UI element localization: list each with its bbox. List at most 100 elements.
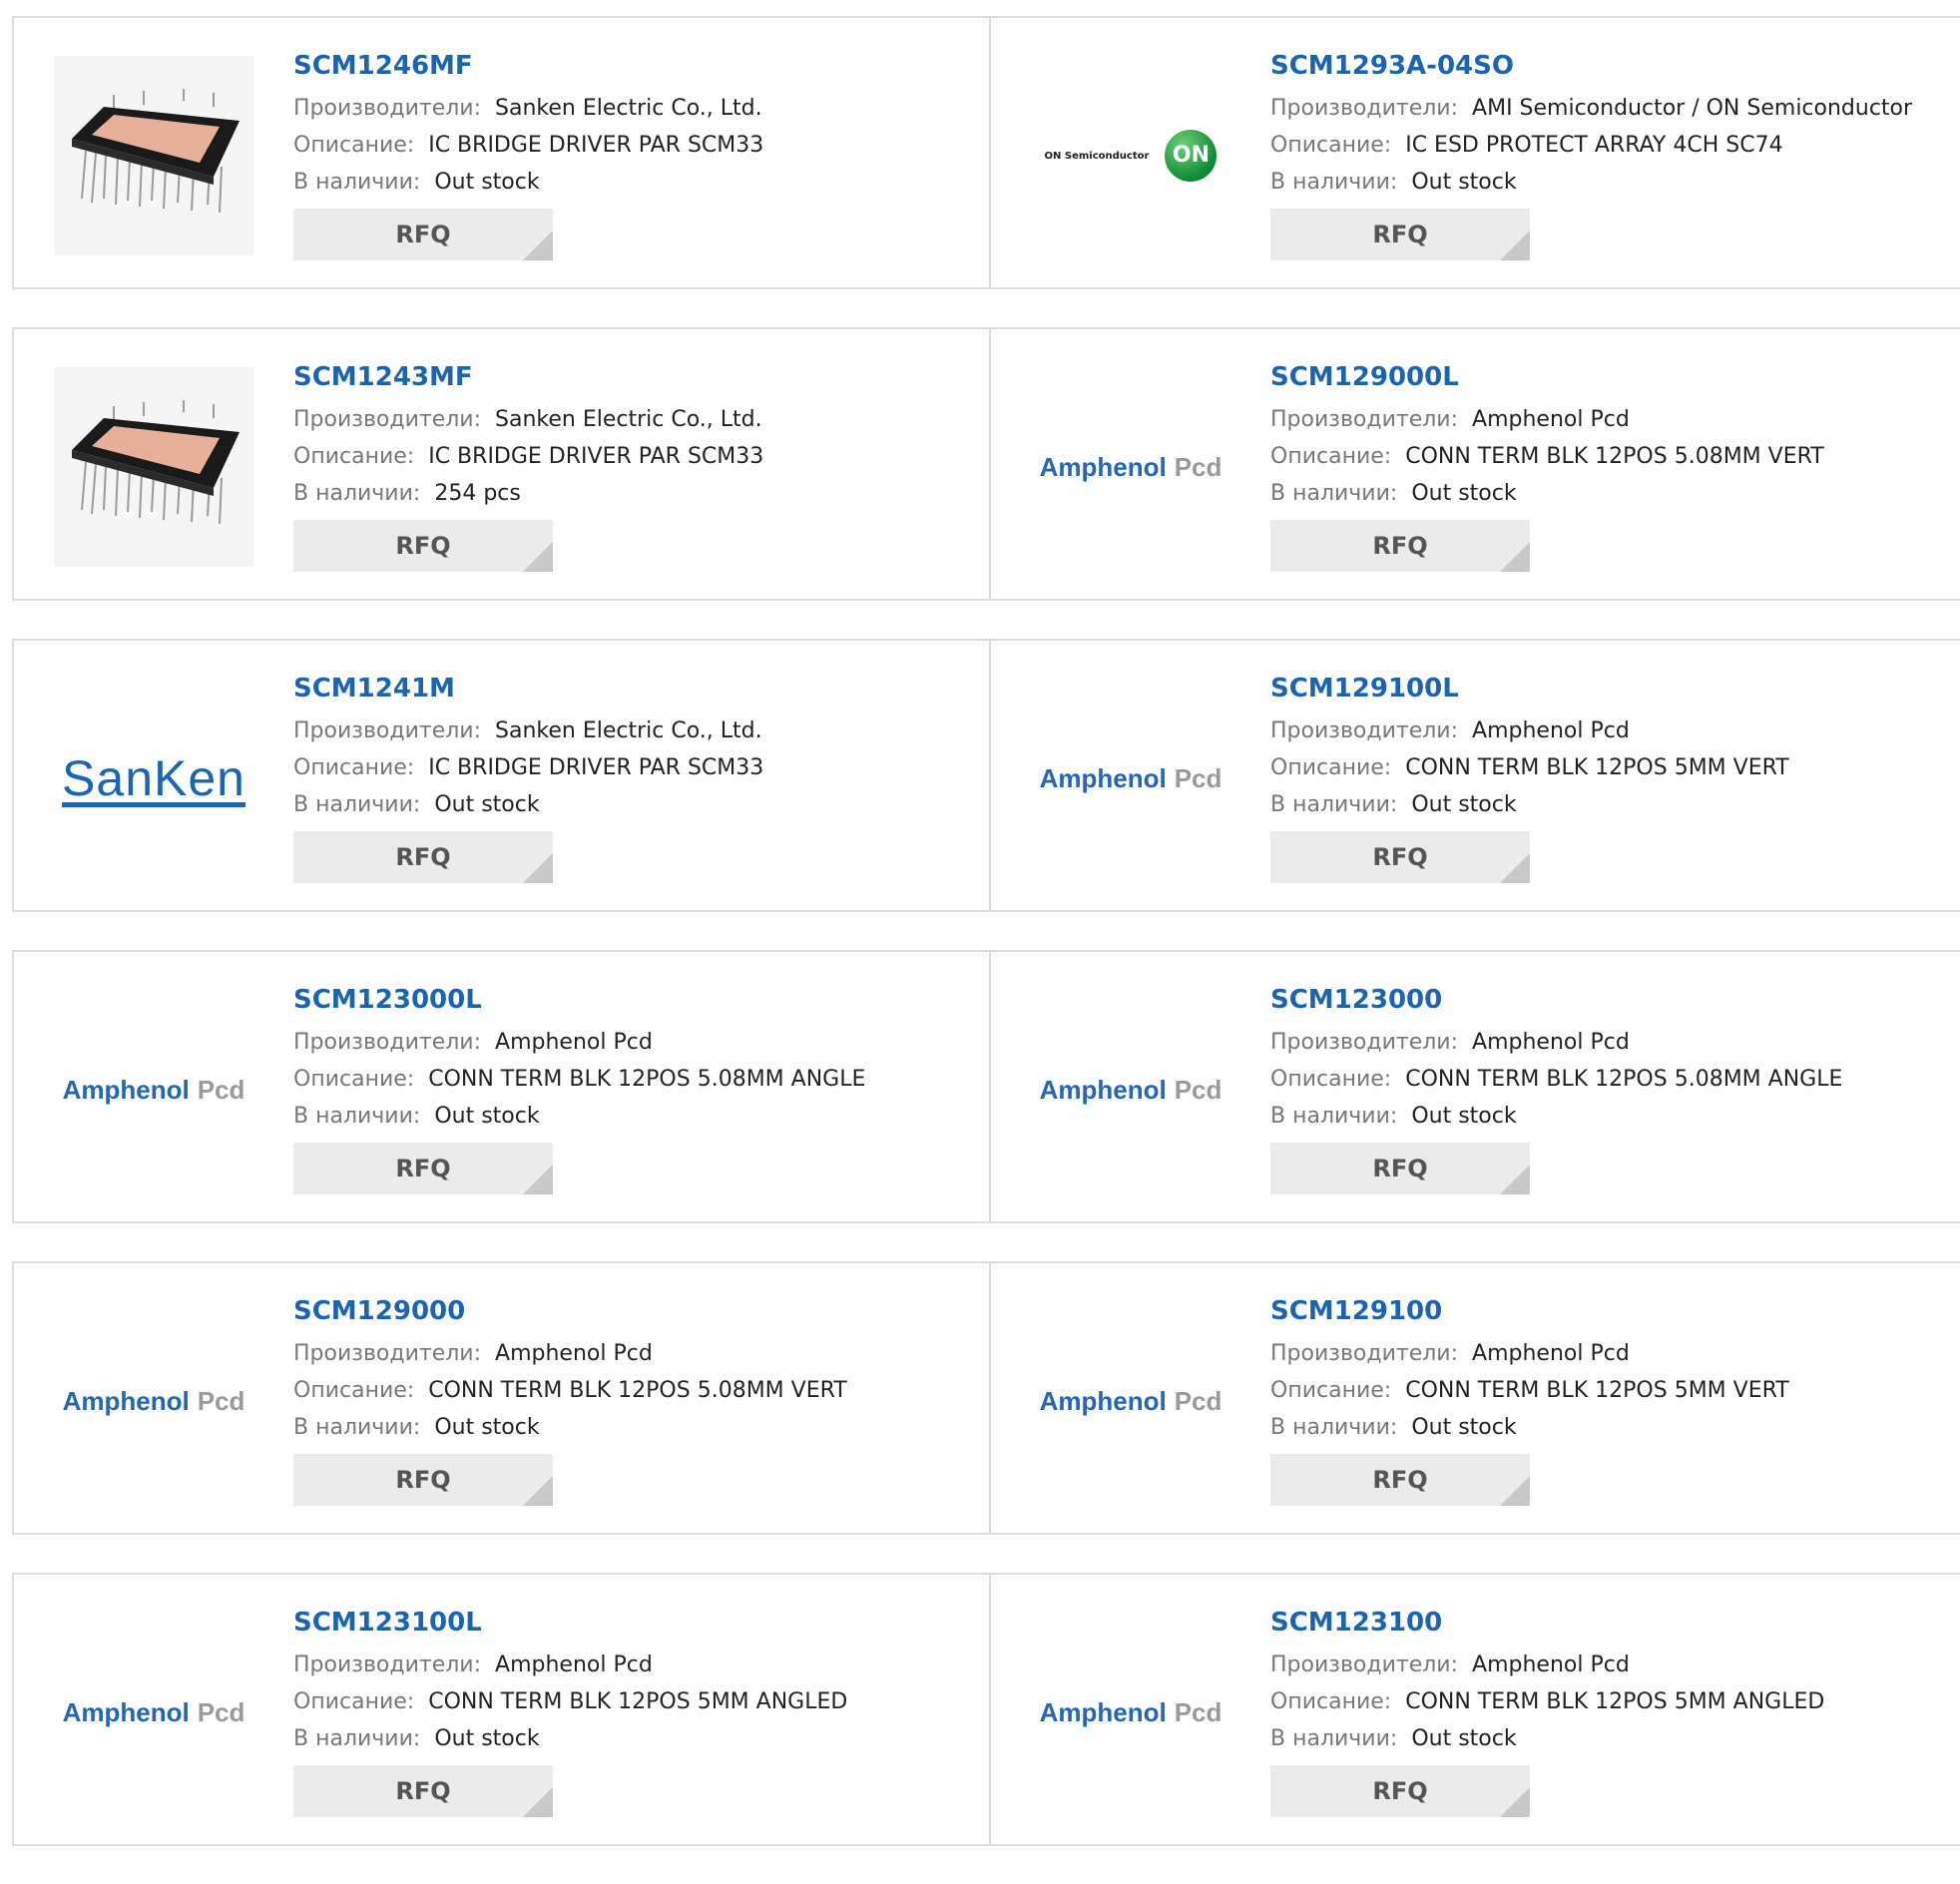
- rfq-button[interactable]: RFQ: [293, 831, 553, 883]
- description-label: Описание:: [293, 133, 415, 158]
- product-image[interactable]: SanKen: [54, 679, 253, 878]
- part-number-link[interactable]: SCM1246MF: [293, 48, 979, 84]
- rfq-button[interactable]: RFQ: [293, 520, 553, 572]
- manufacturer-row: Производители: Amphenol Pcd: [1270, 1024, 1950, 1061]
- description-value: IC ESD PROTECT ARRAY 4CH SC74: [1405, 133, 1783, 158]
- stock-label: В наличии:: [1270, 1415, 1398, 1440]
- product-grid: SCM1246MF Производители: Sanken Electric C…: [12, 16, 1960, 1884]
- rfq-button[interactable]: RFQ: [293, 209, 553, 260]
- corner-triangle-icon: [1500, 231, 1530, 260]
- corner-triangle-icon: [523, 1476, 553, 1506]
- stock-value: Out stock: [434, 170, 540, 195]
- stock-label: В наличии:: [1270, 1726, 1398, 1751]
- logo-on-text: ON Semiconductor: [1044, 150, 1150, 162]
- corner-triangle-icon: [523, 231, 553, 260]
- part-number-link[interactable]: SCM1293A-04SO: [1270, 48, 1950, 84]
- rfq-button[interactable]: RFQ: [1270, 1454, 1530, 1506]
- corner-triangle-icon: [523, 1165, 553, 1194]
- description-row: Описание: IC BRIDGE DRIVER PAR SCM33: [293, 438, 979, 475]
- manufacturer-label: Производители:: [1270, 1341, 1459, 1366]
- manufacturer-label: Производители:: [293, 718, 482, 743]
- logo-pcd-text: Pcd: [1174, 762, 1223, 793]
- logo-pcd-text: Pcd: [1174, 1385, 1223, 1416]
- corner-triangle-icon: [1500, 853, 1530, 883]
- product-image[interactable]: Amphenol Pcd: [1031, 990, 1230, 1189]
- product-info: SCM129000L Производители: Amphenol Pcd Опис…: [1270, 359, 1950, 572]
- part-number-link[interactable]: SCM123000L: [293, 982, 979, 1018]
- product-card: Amphenol Pcd SCM129100 Производители: Amphen…: [989, 1263, 1960, 1533]
- product-info: SCM1241M Производители: Sanken Electric Co…: [293, 671, 979, 883]
- stock-value: Out stock: [1411, 170, 1517, 195]
- part-number-link[interactable]: SCM1243MF: [293, 359, 979, 395]
- logo-pcd-text: Pcd: [197, 1696, 245, 1727]
- rfq-button[interactable]: RFQ: [1270, 1143, 1530, 1194]
- description-label: Описание:: [293, 444, 415, 469]
- product-card: Amphenol Pcd SCM123100 Производители: Amphen…: [989, 1575, 1960, 1844]
- product-image[interactable]: [54, 56, 253, 255]
- rfq-button[interactable]: RFQ: [1270, 1765, 1530, 1817]
- logo-amphenol-text: Amphenol: [1039, 1074, 1167, 1105]
- part-number-link[interactable]: SCM123100L: [293, 1605, 979, 1641]
- logo-amphenol-text: Amphenol: [1039, 1696, 1167, 1727]
- product-image[interactable]: Amphenol Pcd: [1031, 679, 1230, 878]
- part-number-link[interactable]: SCM1241M: [293, 671, 979, 706]
- manufacturer-value: Sanken Electric Co., Ltd.: [495, 407, 762, 432]
- rfq-label: RFQ: [395, 532, 451, 560]
- product-image[interactable]: Amphenol Pcd: [54, 1613, 253, 1812]
- product-card: ON Semiconductor ON SCM1293A-04SO Производи…: [989, 18, 1960, 287]
- manufacturer-value: Amphenol Pcd: [495, 1341, 653, 1366]
- stock-label: В наличии:: [293, 481, 421, 506]
- logo-pcd-text: Pcd: [1174, 1074, 1223, 1105]
- stock-label: В наличии:: [1270, 170, 1398, 195]
- rfq-button[interactable]: RFQ: [293, 1765, 553, 1817]
- rfq-button[interactable]: RFQ: [293, 1454, 553, 1506]
- logo-amphenol-text: Amphenol: [1039, 1385, 1167, 1416]
- description-row: Описание: CONN TERM BLK 12POS 5MM ANGLED: [293, 1683, 979, 1720]
- rfq-button[interactable]: RFQ: [1270, 831, 1530, 883]
- product-image[interactable]: [54, 367, 253, 567]
- stock-value: Out stock: [1411, 481, 1517, 506]
- description-row: Описание: IC ESD PROTECT ARRAY 4CH SC74: [1270, 127, 1950, 164]
- product-card: Amphenol Pcd SCM129000L Производители: Amphe…: [989, 329, 1960, 599]
- product-image[interactable]: Amphenol Pcd: [1031, 367, 1230, 567]
- product-image[interactable]: Amphenol Pcd: [1031, 1301, 1230, 1501]
- description-row: Описание: CONN TERM BLK 12POS 5.08MM ANGL…: [1270, 1061, 1950, 1098]
- product-image[interactable]: Amphenol Pcd: [54, 990, 253, 1189]
- corner-triangle-icon: [523, 542, 553, 572]
- rfq-label: RFQ: [1372, 1155, 1428, 1182]
- amphenol-logo: Amphenol Pcd: [1040, 1386, 1223, 1417]
- logo-amphenol-text: Amphenol: [1039, 451, 1167, 482]
- part-number-link[interactable]: SCM129100: [1270, 1293, 1950, 1329]
- part-number-link[interactable]: SCM123100: [1270, 1605, 1950, 1641]
- rfq-button[interactable]: RFQ: [1270, 209, 1530, 260]
- manufacturer-label: Производители:: [293, 1652, 482, 1677]
- module-photo: [72, 400, 240, 525]
- stock-label: В наличии:: [293, 792, 421, 817]
- description-value: CONN TERM BLK 12POS 5.08MM ANGLE: [428, 1067, 866, 1092]
- description-row: Описание: CONN TERM BLK 12POS 5MM VERT: [1270, 749, 1950, 786]
- description-label: Описание:: [1270, 1689, 1392, 1714]
- rfq-button[interactable]: RFQ: [1270, 520, 1530, 572]
- description-label: Описание:: [1270, 1067, 1392, 1092]
- rfq-button[interactable]: RFQ: [293, 1143, 553, 1194]
- product-image[interactable]: Amphenol Pcd: [54, 1301, 253, 1501]
- product-row: SanKen SCM1241M Производители: Sanken Elect…: [12, 639, 1960, 912]
- rfq-label: RFQ: [1372, 843, 1428, 871]
- part-number-link[interactable]: SCM129000: [293, 1293, 979, 1329]
- product-card: Amphenol Pcd SCM123100L Производители: Amphe…: [14, 1575, 989, 1844]
- product-image[interactable]: Amphenol Pcd: [1031, 1613, 1230, 1812]
- manufacturer-label: Производители:: [1270, 407, 1459, 432]
- amphenol-logo: Amphenol Pcd: [1040, 1075, 1223, 1106]
- stock-row: В наличии: Out stock: [293, 1409, 979, 1446]
- product-card: Amphenol Pcd SCM123000 Производители: Amphen…: [989, 952, 1960, 1221]
- rfq-label: RFQ: [395, 1777, 451, 1805]
- product-image[interactable]: ON Semiconductor ON: [1031, 56, 1230, 255]
- manufacturer-label: Производители:: [293, 407, 482, 432]
- part-number-link[interactable]: SCM129000L: [1270, 359, 1950, 395]
- rfq-label: RFQ: [395, 843, 451, 871]
- part-number-link[interactable]: SCM123000: [1270, 982, 1950, 1018]
- product-info: SCM129100 Производители: Amphenol Pcd Описа…: [1270, 1293, 1950, 1506]
- amphenol-logo: Amphenol Pcd: [1040, 763, 1223, 794]
- part-number-link[interactable]: SCM129100L: [1270, 671, 1950, 706]
- stock-value: Out stock: [1411, 1726, 1517, 1751]
